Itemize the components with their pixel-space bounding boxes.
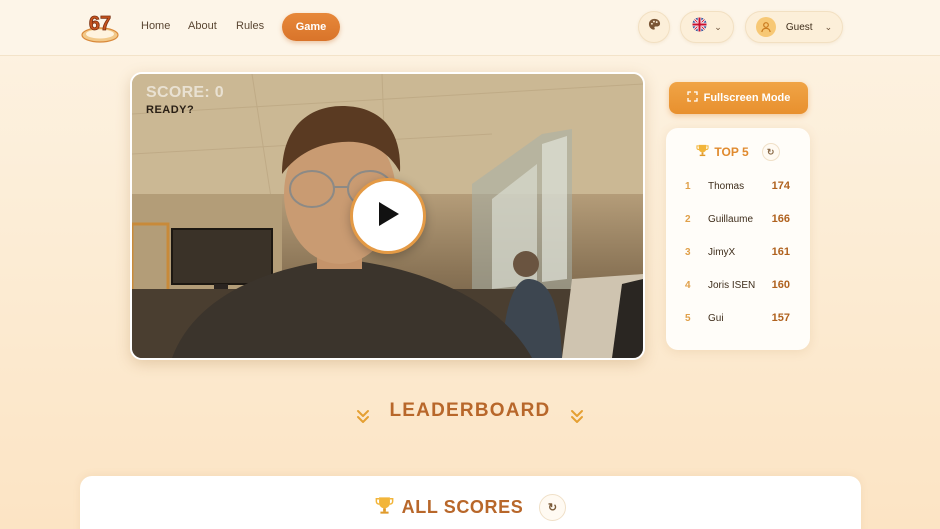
refresh-icon: ↻	[766, 146, 775, 157]
user-icon	[761, 22, 771, 33]
user-label: Guest	[785, 21, 813, 33]
avatar	[755, 17, 776, 37]
play-icon	[376, 201, 400, 232]
rank: 5	[685, 313, 691, 324]
theme-button[interactable]	[638, 11, 670, 43]
top5-row: 1 Thomas 174	[666, 177, 810, 197]
rank: 4	[685, 280, 691, 291]
palette-icon	[648, 18, 661, 36]
player-name: Joris ISEN	[708, 280, 756, 291]
play-button[interactable]	[350, 178, 426, 254]
chevron-down-icon: ⌄	[714, 21, 722, 32]
webcam-game-view[interactable]: SCORE: 0 READY?	[130, 72, 645, 360]
refresh-top5-button[interactable]: ↻	[761, 143, 780, 161]
all-scores-card: ALL SCORES ↻	[80, 476, 861, 529]
rank: 3	[685, 247, 691, 258]
uk-flag-icon	[692, 17, 707, 37]
player-score: 166	[771, 213, 790, 225]
chevron-down-icon: ⌄	[824, 21, 833, 32]
player-score: 174	[771, 180, 790, 192]
top-nav: 67 Home About Rules Game ⌄ Guest ⌄	[0, 0, 940, 56]
top5-row: 5 Gui 157	[666, 309, 810, 329]
trophy-icon	[696, 144, 709, 160]
player-name: Gui	[708, 313, 724, 324]
rank: 2	[685, 214, 691, 225]
double-chevron-down-icon	[570, 408, 584, 424]
language-selector[interactable]: ⌄	[680, 11, 734, 43]
nav-about[interactable]: About	[188, 20, 217, 32]
refresh-icon: ↻	[547, 502, 558, 514]
fullscreen-icon	[686, 91, 698, 105]
player-name: Thomas	[708, 181, 745, 192]
player-score: 157	[771, 312, 790, 324]
top5-header: TOP 5 ↻	[666, 143, 810, 161]
player-score: 161	[771, 246, 790, 258]
all-scores-title: ALL SCORES	[401, 497, 524, 517]
fullscreen-button[interactable]: Fullscreen Mode	[669, 82, 808, 114]
top5-row: 4 Joris ISEN 160	[666, 276, 810, 296]
nav-game[interactable]: Game	[282, 13, 340, 41]
fullscreen-label: Fullscreen Mode	[703, 92, 791, 104]
user-menu[interactable]: Guest ⌄	[745, 11, 843, 43]
top5-row: 3 JimyX 161	[666, 243, 810, 263]
player-score: 160	[771, 279, 790, 291]
nav-home[interactable]: Home	[141, 20, 170, 32]
player-name: JimyX	[708, 247, 736, 258]
game-status: READY?	[146, 104, 195, 116]
nav-rules[interactable]: Rules	[236, 20, 264, 32]
top5-row: 2 Guillaume 166	[666, 210, 810, 230]
refresh-scores-button[interactable]: ↻	[539, 494, 567, 521]
top5-card: TOP 5 ↻ 1 Thomas 174 2 Guillaume 166 3 J…	[666, 128, 810, 350]
leaderboard-heading: LEADERBOARD	[389, 400, 551, 421]
score-display: SCORE: 0	[146, 84, 224, 101]
rank: 1	[685, 181, 691, 192]
all-scores-header: ALL SCORES ↻	[80, 494, 861, 521]
logo-text: 67	[89, 13, 111, 35]
trophy-icon	[375, 496, 394, 520]
player-name: Guillaume	[708, 214, 754, 225]
logo[interactable]: 67	[80, 8, 120, 44]
top5-title: TOP 5	[714, 145, 749, 159]
